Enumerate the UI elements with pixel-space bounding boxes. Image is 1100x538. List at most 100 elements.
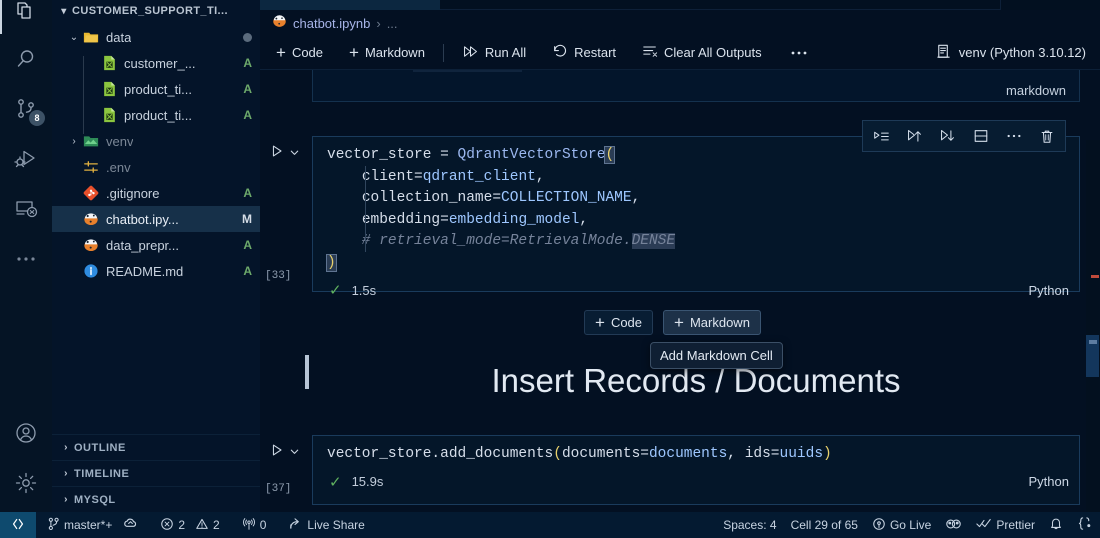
split-cell-button[interactable] [964, 123, 997, 149]
activity-item-accounts[interactable] [0, 408, 52, 458]
tree-item-label: venv [106, 133, 134, 149]
status-problems[interactable]: 2 2 [153, 512, 226, 538]
cell-2-language-label[interactable]: Python [1029, 474, 1069, 489]
status-jupyter-variables[interactable] [938, 512, 969, 538]
insert-markdown-cell-button[interactable]: + Markdown [663, 310, 761, 335]
ellipsis-icon [790, 45, 808, 60]
panel-section-outline[interactable]: › OUTLINE [52, 434, 260, 460]
sync-cloud-icon[interactable] [123, 517, 138, 533]
cell-1-language-label[interactable]: Python [1029, 283, 1069, 298]
notebook-overview-ruler[interactable] [1086, 140, 1100, 512]
editor-actions-group[interactable] [1000, 0, 1100, 10]
tree-item-env[interactable]: .env [52, 154, 260, 180]
breadcrumb: chatbot.ipynb › ... [260, 10, 1100, 36]
tree-item-data[interactable]: ⌄ data [52, 24, 260, 50]
run-by-line-button[interactable] [865, 123, 898, 149]
cell-1-footer: ✓ 1.5s Python [313, 276, 1079, 304]
markdown-cell-language-label: markdown [1006, 83, 1066, 98]
panel-section-label: OUTLINE [74, 441, 126, 454]
status-branch[interactable]: master*+ [36, 512, 145, 538]
git-status-badge: A [243, 82, 252, 96]
clear-outputs-icon [642, 43, 658, 62]
delete-cell-button[interactable] [1030, 123, 1063, 149]
cell-2-run-controls[interactable] [269, 442, 309, 463]
markdown-cell-partial-text: hybrid_search [413, 70, 523, 72]
tree-twisty-placeholder [84, 110, 100, 121]
panel-section-mysql[interactable]: › MYSQL [52, 486, 260, 512]
toolbar-separator [442, 43, 444, 62]
activity-item-source-control[interactable]: 8 [0, 84, 52, 134]
chevron-down-icon[interactable]: ⌄ [66, 32, 82, 43]
success-check-icon: ✓ [329, 473, 342, 491]
git-status-badge: M [242, 212, 252, 226]
tab-chatbot-ipynb[interactable] [260, 0, 440, 10]
insert-code-cell-button[interactable]: + Code [584, 310, 654, 335]
activity-item-manage[interactable] [0, 458, 52, 508]
status-prettier[interactable]: Prettier [969, 512, 1042, 538]
tree-item-readme-md[interactable]: README.md A [52, 258, 260, 284]
add-code-cell-button[interactable]: + Code [268, 41, 331, 64]
breadcrumb-file[interactable]: chatbot.ipynb [293, 16, 370, 31]
status-ports[interactable]: 0 [235, 512, 274, 538]
notebook-more-button[interactable] [782, 42, 816, 63]
git-status-badge: A [243, 264, 252, 278]
plus-icon: + [349, 43, 359, 62]
git-status-badge: A [243, 186, 252, 200]
status-cell-position[interactable]: Cell 29 of 65 [784, 512, 865, 538]
run-cell-button[interactable] [269, 143, 285, 164]
execute-below-button[interactable] [931, 123, 964, 149]
remote-explorer-icon [14, 197, 38, 221]
cell-2-footer: ✓ 15.9s Python [313, 468, 1079, 496]
folder-icon [82, 133, 100, 149]
cell-2-code[interactable]: vector_store.add_documents(documents=doc… [313, 436, 1079, 468]
account-icon [14, 421, 38, 445]
cell-options-chevron-down-icon[interactable] [289, 444, 300, 462]
status-go-live[interactable]: Go Live [865, 512, 938, 538]
activity-item-remote-explorer[interactable] [0, 184, 52, 234]
clear-all-outputs-button[interactable]: Clear All Outputs [634, 40, 770, 65]
status-indentation[interactable]: Spaces: 4 [716, 512, 783, 538]
panel-section-timeline[interactable]: › TIMELINE [52, 460, 260, 486]
activity-item-search[interactable] [0, 34, 52, 84]
git-branch-icon [47, 517, 60, 534]
run-all-button[interactable]: Run All [454, 41, 534, 65]
csv-icon [100, 107, 118, 123]
chevron-right-icon[interactable]: › [66, 136, 82, 147]
code-cell-2[interactable]: [37] vector_store.add_documents(document… [265, 435, 1080, 505]
error-icon [160, 517, 174, 534]
activity-item-additional-views[interactable] [0, 234, 52, 284]
run-cell-button[interactable] [269, 442, 285, 463]
overview-error-marker [1091, 275, 1099, 278]
cell-actions-toolbar [862, 120, 1066, 152]
more-actions-button[interactable] [997, 123, 1030, 149]
kernel-label: venv (Python 3.10.12) [958, 45, 1086, 60]
cell-1-code[interactable]: vector_store = QdrantVectorStore( client… [313, 137, 1079, 276]
add-markdown-cell-tooltip: Add Markdown Cell [650, 342, 783, 369]
files-icon [14, 0, 38, 24]
status-notifications[interactable] [1042, 512, 1070, 538]
cell-1-run-controls[interactable] [269, 143, 309, 164]
tree-item-chatbot-ipy[interactable]: chatbot.ipy... M [52, 206, 260, 232]
explorer-folder-header[interactable]: ▾ CUSTOMER_SUPPORT_TI... [52, 0, 260, 22]
breadcrumb-overflow[interactable]: ... [387, 16, 398, 31]
tree-item-label: product_ti... [124, 107, 192, 123]
tree-item-data-prepr[interactable]: data_prepr... A [52, 232, 260, 258]
activity-item-explorer[interactable] [0, 0, 52, 34]
plus-icon: + [674, 313, 684, 332]
tree-item-label: data_prepr... [106, 237, 179, 253]
code-cell-1[interactable]: [33] vector_store = QdrantVectorStore( c… [265, 136, 1080, 299]
restart-button[interactable]: Restart [544, 40, 624, 65]
execute-above-button[interactable] [898, 123, 931, 149]
cell-options-chevron-down-icon[interactable] [289, 145, 300, 163]
add-markdown-cell-button[interactable]: + Markdown [341, 41, 433, 64]
markdown-cell-partial[interactable]: hybrid_search [312, 70, 1080, 102]
notebook-toolbar: + Code + Markdown Run All Restart Clear … [260, 36, 1100, 70]
tree-item-gitignore[interactable]: .gitignore A [52, 180, 260, 206]
restart-icon [552, 43, 568, 62]
remote-window-indicator[interactable] [0, 512, 36, 538]
tree-item-label: data [106, 29, 132, 45]
kernel-picker[interactable]: venv (Python 3.10.12) [935, 43, 1092, 63]
status-live-share[interactable]: Live Share [281, 512, 371, 538]
activity-item-run-and-debug[interactable] [0, 134, 52, 184]
status-gitlens[interactable] [1070, 512, 1100, 538]
